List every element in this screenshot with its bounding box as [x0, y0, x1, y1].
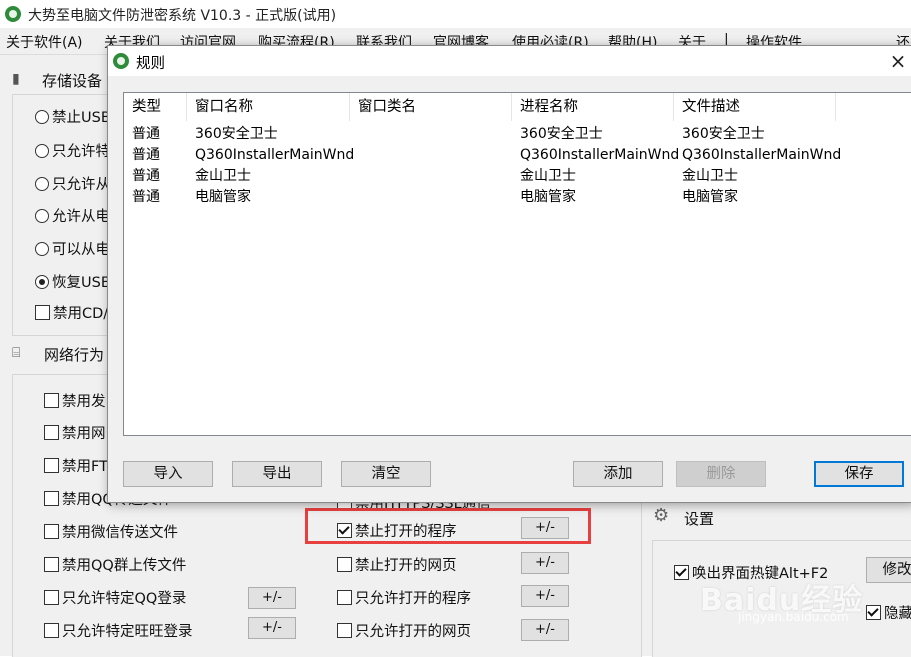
usb-icon: ▮	[12, 71, 20, 87]
checkbox-icon	[35, 305, 50, 320]
storage-option-disable-cd[interactable]: 禁用CD/	[35, 302, 108, 323]
allow-programs-edit-button[interactable]: +/-	[521, 585, 569, 607]
menu-about-software[interactable]: 关于软件(A)	[6, 32, 83, 52]
baidu-watermark-url: jingyan.baidu.com	[738, 610, 849, 624]
column-file-description[interactable]: 文件描述	[674, 93, 836, 121]
checkbox-icon	[44, 458, 59, 473]
cell-window-name: 电脑管家	[195, 189, 251, 205]
checkbox-icon	[44, 393, 59, 408]
cell-type: 普通	[132, 126, 160, 142]
hide-checkbox[interactable]: 隐藏	[866, 602, 911, 623]
checkbox-icon	[44, 557, 59, 572]
cell-window-name: 360安全卫士	[195, 126, 278, 142]
allow-qq-edit-button[interactable]: +/-	[248, 587, 296, 609]
checkbox-icon	[44, 623, 59, 638]
net-option-2[interactable]: 禁用网	[44, 422, 106, 443]
monitor-icon: ⌸	[12, 345, 21, 361]
delete-button[interactable]: 删除	[676, 461, 766, 487]
cell-type: 普通	[132, 189, 160, 205]
storage-option-allow-from[interactable]: 只允许从	[35, 173, 110, 194]
app-title: 大势至电脑文件防泄密系统 V10.3 - 正式版(试用)	[28, 8, 337, 24]
radio-icon	[35, 209, 49, 223]
storage-option-allow-from-pc[interactable]: 允许从电	[35, 205, 110, 226]
net-option-wechat-file[interactable]: 禁用微信传送文件	[44, 521, 178, 542]
modify-hotkey-button[interactable]: 修改	[866, 557, 911, 583]
close-icon[interactable]: ×	[886, 49, 910, 73]
storage-option-allow-specific[interactable]: 只允许特	[35, 140, 110, 161]
radio-icon	[35, 144, 49, 158]
cell-file-description: Q360InstallerMainWnd	[682, 147, 842, 163]
checkbox-icon	[44, 590, 59, 605]
checkbox-checked-icon	[674, 565, 689, 580]
net-option-1[interactable]: 禁用发	[44, 390, 106, 411]
radio-icon	[35, 110, 49, 124]
cell-file-description: 360安全卫士	[682, 126, 765, 142]
radio-icon	[35, 242, 49, 256]
net-option-3[interactable]: 禁用FT	[44, 455, 108, 476]
cell-process-name: Q360InstallerMainWnd	[520, 147, 680, 163]
cell-type: 普通	[132, 147, 160, 163]
cell-file-description: 金山卫士	[682, 168, 738, 184]
checkbox-icon	[44, 425, 59, 440]
column-process-name[interactable]: 进程名称	[512, 93, 674, 121]
net-option-allow-qq[interactable]: 只允许特定QQ登录	[44, 587, 186, 608]
radio-selected-icon	[35, 275, 49, 289]
storage-option-restore-usb[interactable]: 恢复USB	[35, 271, 111, 292]
checkbox-icon	[44, 524, 59, 539]
annotation-highlight-box	[305, 508, 591, 544]
dialog-title: 规则	[136, 56, 165, 72]
checkbox-icon	[44, 491, 59, 506]
block-webpages-edit-button[interactable]: +/-	[521, 552, 569, 574]
rules-dialog: 规则 × 类型 窗口名称 窗口类名 进程名称 文件描述 普通 360安全卫士 3…	[107, 45, 911, 503]
import-button[interactable]: 导入	[123, 461, 213, 487]
dialog-titlebar: 规则 ×	[108, 46, 911, 76]
cell-type: 普通	[132, 168, 160, 184]
cell-window-name: 金山卫士	[195, 168, 251, 184]
column-window-class[interactable]: 窗口类名	[350, 93, 512, 121]
network-section-title: 网络行为	[44, 346, 105, 364]
export-button[interactable]: 导出	[232, 461, 322, 487]
cell-process-name: 金山卫士	[520, 168, 576, 184]
storage-option-disable-usb[interactable]: 禁止USB	[35, 106, 111, 127]
allow-webpages-edit-button[interactable]: +/-	[521, 619, 569, 641]
net-option-allow-wangwang[interactable]: 只允许特定旺旺登录	[44, 620, 193, 641]
checkbox-icon	[337, 557, 352, 572]
column-window-name[interactable]: 窗口名称	[187, 93, 350, 121]
checkbox-icon	[337, 623, 352, 638]
allow-wangwang-edit-button[interactable]: +/-	[248, 617, 296, 639]
radio-icon	[35, 177, 49, 191]
cell-process-name: 电脑管家	[520, 189, 576, 205]
dialog-logo-icon	[113, 53, 129, 69]
net-option-block-webpages[interactable]: 禁止打开的网页	[337, 554, 457, 575]
checkbox-icon	[337, 590, 352, 605]
app-titlebar: 大势至电脑文件防泄密系统 V10.3 - 正式版(试用)	[0, 0, 911, 28]
rules-list[interactable]: 类型 窗口名称 窗口类名 进程名称 文件描述 普通 360安全卫士 360安全卫…	[123, 92, 911, 436]
clear-button[interactable]: 清空	[341, 461, 431, 487]
column-type[interactable]: 类型	[124, 93, 187, 121]
gear-icon: ⚙	[653, 505, 670, 526]
app-logo-icon	[5, 6, 21, 22]
checkbox-checked-icon	[866, 605, 881, 620]
cell-window-name: Q360InstallerMainWnd	[195, 147, 355, 163]
cell-process-name: 360安全卫士	[520, 126, 603, 142]
net-option-allow-webpages[interactable]: 只允许打开的网页	[337, 620, 471, 641]
add-button[interactable]: 添加	[573, 461, 663, 487]
cell-file-description: 电脑管家	[682, 189, 738, 205]
storage-option-can-from-pc[interactable]: 可以从电	[35, 238, 110, 259]
net-option-allow-programs[interactable]: 只允许打开的程序	[337, 587, 471, 608]
settings-section-title: 设置	[684, 510, 715, 528]
net-option-qq-group-upload[interactable]: 禁用QQ群上传文件	[44, 554, 186, 575]
save-button[interactable]: 保存	[814, 461, 904, 487]
storage-section-title: 存储设备	[42, 72, 103, 90]
